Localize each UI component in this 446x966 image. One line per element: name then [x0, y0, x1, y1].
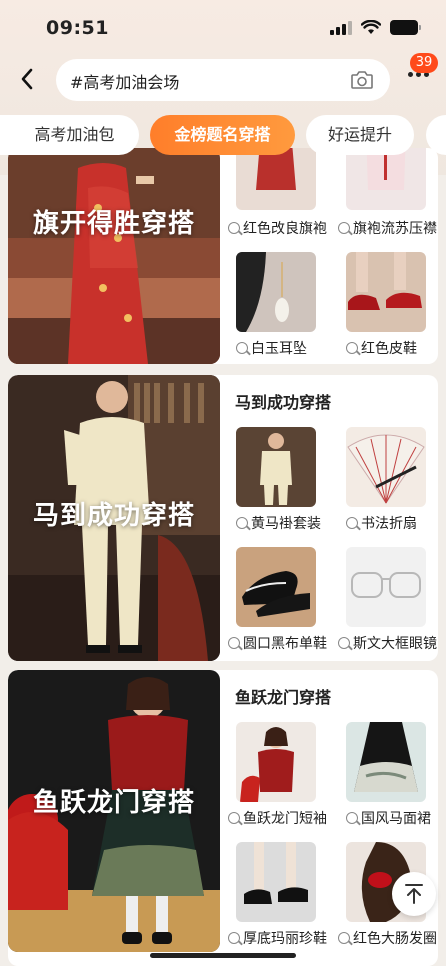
- outfit-section-qikai: 旗开得胜穿搭 红色改良旗袍 旗袍流苏压襟 白玉耳坠 红色皮鞋: [8, 148, 438, 364]
- product-label[interactable]: 圆口黑布单鞋: [228, 633, 327, 653]
- search-input[interactable]: #高考加油会场: [56, 59, 390, 101]
- search-icon: [236, 342, 248, 354]
- product-label[interactable]: 鱼跃龙门短袖: [228, 808, 327, 828]
- search-icon: [338, 222, 350, 234]
- product-label[interactable]: 厚底玛丽珍鞋: [228, 928, 327, 948]
- product-image[interactable]: [346, 547, 426, 627]
- search-icon: [228, 812, 240, 824]
- product-image[interactable]: [236, 252, 316, 332]
- status-icons: [330, 20, 421, 35]
- hero-image-qipao: [8, 148, 220, 364]
- signal-icon: [330, 20, 352, 35]
- product-label[interactable]: 国风马面裙: [346, 808, 431, 828]
- search-icon: [338, 637, 350, 649]
- search-icon: [346, 812, 358, 824]
- scroll-top-button[interactable]: [392, 872, 436, 916]
- hero-card[interactable]: 鱼跃龙门穿搭: [8, 670, 220, 952]
- tab-jinbang-outfit[interactable]: 金榜题名穿搭: [150, 115, 295, 155]
- product-image[interactable]: [236, 547, 316, 627]
- search-icon: [228, 637, 240, 649]
- product-image[interactable]: [346, 252, 426, 332]
- search-query: #高考加油会场: [70, 73, 180, 92]
- search-icon: [346, 517, 358, 529]
- hero-title: 鱼跃龙门穿搭: [32, 788, 195, 818]
- hero-card[interactable]: 马到成功穿搭: [8, 375, 220, 661]
- more-icon: [408, 72, 413, 77]
- search-icon: [236, 517, 248, 529]
- outfit-section-yuyue: 鱼跃龙门穿搭 鱼跃龙门穿搭 鱼跃龙门短袖 国风马面裙 厚底玛丽珍鞋 红色大肠发圈: [8, 670, 438, 966]
- tab-more-partial[interactable]: [426, 115, 446, 155]
- battery-icon: [390, 20, 421, 35]
- search-icon: [228, 222, 240, 234]
- camera-icon[interactable]: [350, 69, 374, 91]
- product-label[interactable]: 红色大肠发圈: [338, 928, 437, 948]
- product-image[interactable]: [346, 148, 426, 210]
- hero-card[interactable]: 旗开得胜穿搭: [8, 148, 220, 364]
- category-tabs: 高考加油包 金榜题名穿搭 好运提升: [0, 115, 446, 157]
- back-arrow-icon: [21, 68, 33, 90]
- product-label[interactable]: 黄马褂套装: [236, 513, 321, 533]
- product-image[interactable]: [236, 842, 316, 922]
- product-image[interactable]: [346, 427, 426, 507]
- search-icon: [346, 342, 358, 354]
- status-time: 09:51: [46, 17, 109, 39]
- notification-badge: 39: [410, 53, 438, 73]
- wifi-icon: [361, 20, 381, 34]
- product-image[interactable]: [236, 148, 316, 210]
- search-icon: [228, 932, 240, 944]
- product-label[interactable]: 白玉耳坠: [236, 338, 307, 358]
- hero-title: 马到成功穿搭: [32, 501, 195, 531]
- hero-title: 旗开得胜穿搭: [32, 209, 195, 239]
- search-icon: [338, 932, 350, 944]
- home-indicator[interactable]: [150, 953, 296, 958]
- section-title: 鱼跃龙门穿搭: [235, 688, 332, 707]
- outfit-section-madao: 马到成功穿搭 马到成功穿搭 黄马褂套装 书法折扇 圆口黑布单鞋 斯文大框眼镜: [8, 375, 438, 661]
- product-label[interactable]: 斯文大框眼镜: [338, 633, 437, 653]
- scroll-top-icon: [405, 884, 423, 904]
- product-label[interactable]: 书法折扇: [346, 513, 417, 533]
- product-label[interactable]: 红色改良旗袍: [228, 218, 327, 238]
- product-image[interactable]: [236, 722, 316, 802]
- tab-good-luck[interactable]: 好运提升: [306, 115, 414, 155]
- product-image[interactable]: [236, 427, 316, 507]
- section-title: 马到成功穿搭: [235, 393, 332, 412]
- back-button[interactable]: [14, 64, 40, 94]
- product-label[interactable]: 红色皮鞋: [346, 338, 417, 358]
- tab-gaokao-pack[interactable]: 高考加油包: [0, 115, 139, 155]
- product-image[interactable]: [346, 722, 426, 802]
- product-label[interactable]: 旗袍流苏压襟: [338, 218, 437, 238]
